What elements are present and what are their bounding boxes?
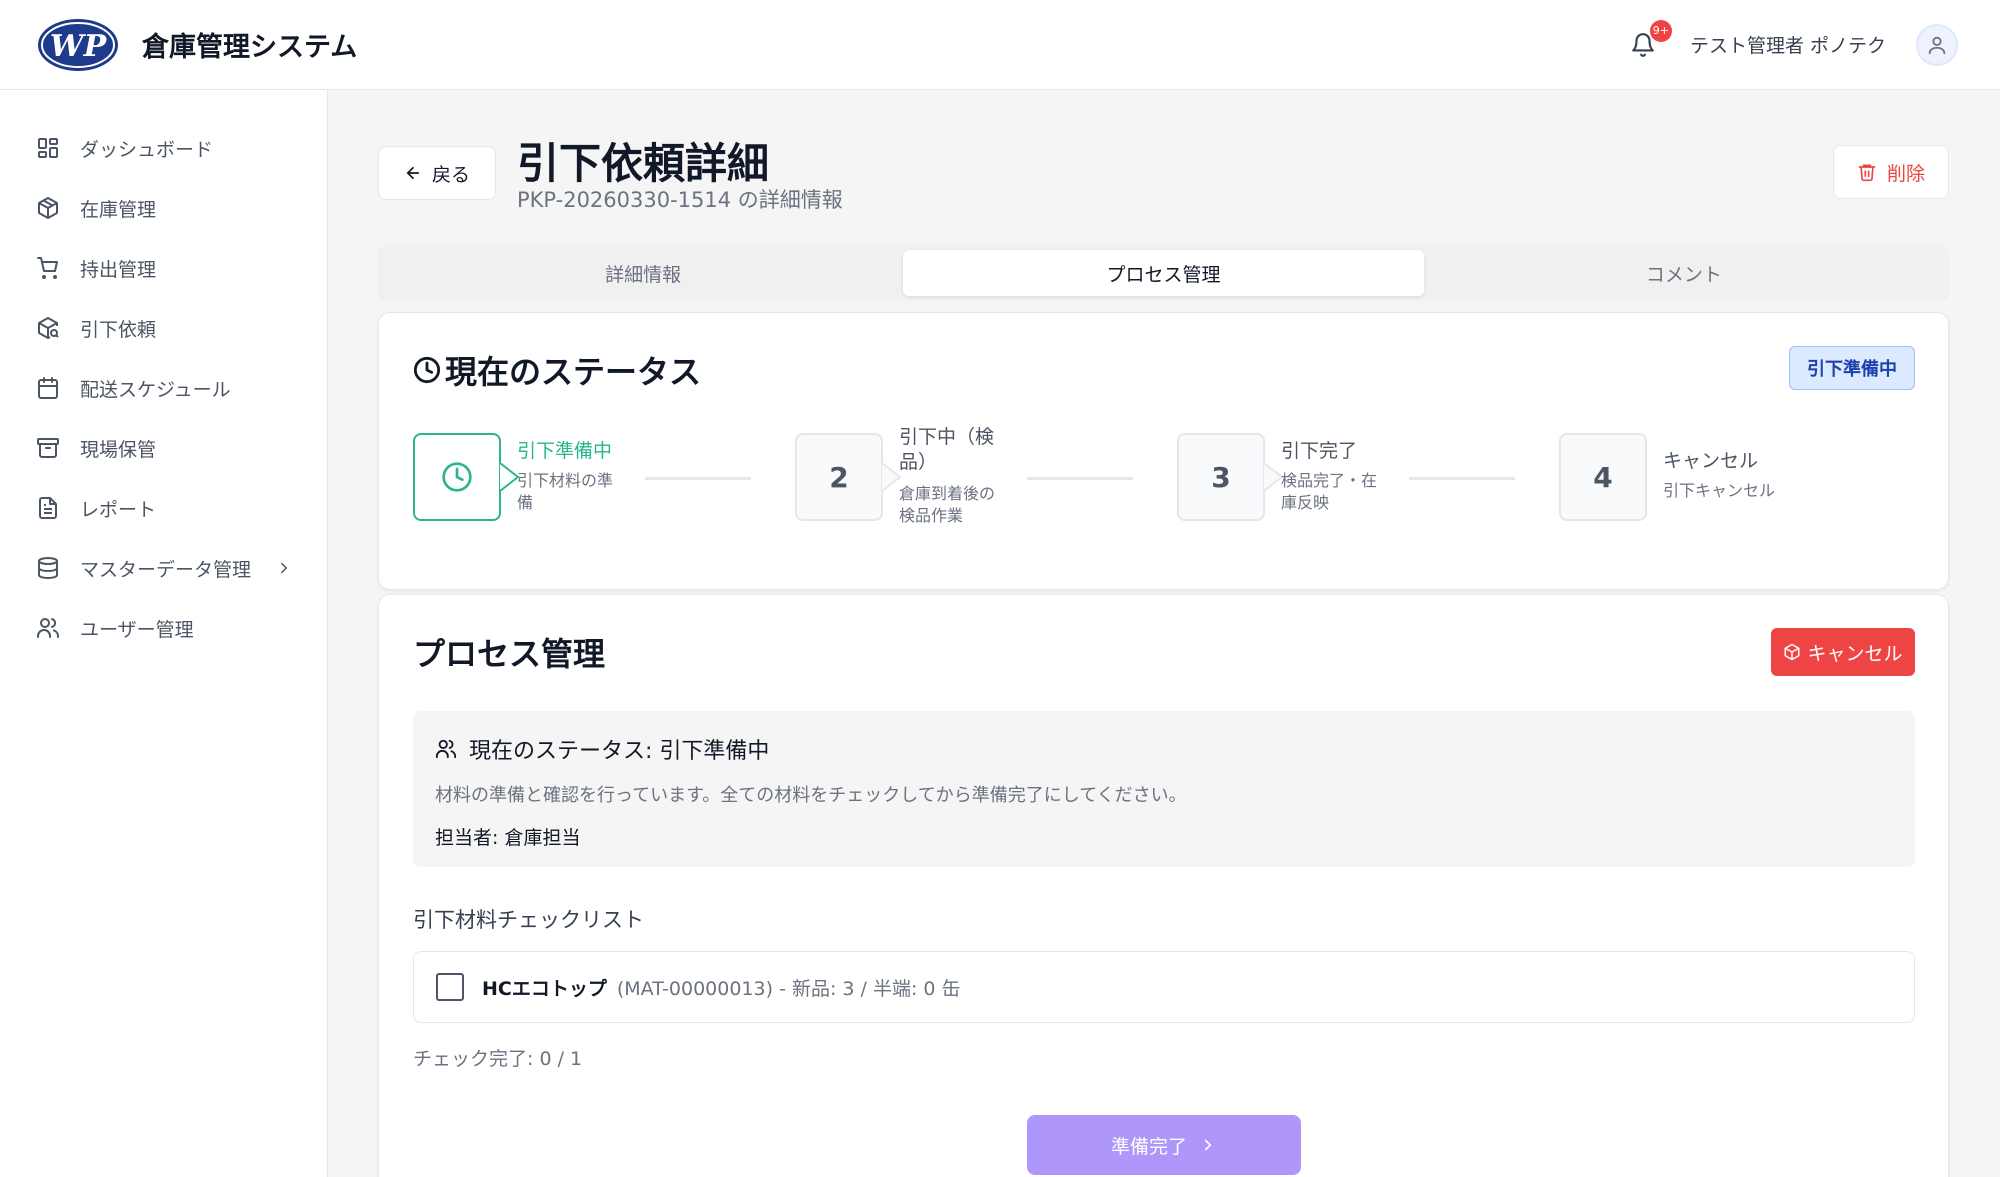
sidebar-item-label: マスターデータ管理 — [80, 558, 252, 581]
step-connector — [645, 477, 751, 480]
package-icon — [34, 194, 62, 222]
clock-icon — [442, 462, 472, 492]
material-detail: (MAT-00000013) - 新品: 3 / 半端: 0 缶 — [616, 977, 961, 1000]
sidebar-item-report[interactable]: レポート — [0, 478, 327, 538]
step-3-title: 引下完了 — [1281, 440, 1358, 462]
step-2-box: 2 — [795, 433, 883, 521]
step-2-desc: 倉庫到着後の検品作業 — [899, 484, 996, 526]
material-name: HCエコトップ — [482, 977, 607, 1000]
page-subtitle: PKP-20260330-1514 の詳細情報 — [517, 188, 843, 212]
step-3-box: 3 — [1177, 433, 1265, 521]
main-content: 戻る 引下依頼詳細 PKP-20260330-1514 の詳細情報 削除 詳細情… — [328, 90, 2000, 1177]
back-button-label: 戻る — [431, 163, 470, 186]
sidebar-item-label: ダッシュボード — [80, 138, 214, 161]
process-card: プロセス管理 キャンセル 現在のステータス: 引下準備中 材料の準備と確認を行っ… — [378, 594, 1949, 1177]
cancel-button[interactable]: キャンセル — [1771, 628, 1915, 676]
notification-button[interactable]: 9+ — [1626, 19, 1672, 62]
sidebar-item-delivery-schedule[interactable]: 配送スケジュール — [0, 358, 327, 418]
sidebar: ダッシュボード 在庫管理 持出管理 引下依頼 配送スケジュール 現場保管 レポー… — [0, 90, 328, 1177]
step-1-title: 引下準備中 — [517, 440, 613, 462]
checklist-item[interactable]: HCエコトップ (MAT-00000013) - 新品: 3 / 半端: 0 缶 — [413, 951, 1915, 1023]
delete-button-label: 削除 — [1886, 162, 1925, 185]
sidebar-item-label: レポート — [80, 498, 157, 521]
cancel-button-label: キャンセル — [1807, 642, 1903, 665]
step-4-box: 4 — [1559, 433, 1647, 521]
info-description: 材料の準備と確認を行っています。全ての材料をチェックしてから準備完了にしてくださ… — [435, 785, 1187, 806]
sidebar-item-pickup-request[interactable]: 引下依頼 — [0, 298, 327, 358]
step-3-desc: 検品完了・在庫反映 — [1281, 471, 1378, 513]
delete-button[interactable]: 削除 — [1833, 145, 1949, 199]
user-icon — [1928, 36, 1946, 54]
checklist-label: 引下材料チェックリスト — [413, 908, 644, 932]
status-badge: 引下準備中 — [1789, 346, 1915, 390]
svg-text:WP: WP — [50, 29, 108, 64]
material-checkbox[interactable] — [436, 973, 464, 1001]
preparation-complete-label: 準備完了 — [1110, 1135, 1187, 1158]
page-title: 引下依頼詳細 — [517, 139, 770, 188]
sidebar-item-site-storage[interactable]: 現場保管 — [0, 418, 327, 478]
step-connector — [1409, 477, 1515, 480]
sidebar-item-label: ユーザー管理 — [80, 618, 194, 641]
package-search-icon — [34, 314, 62, 342]
dashboard-icon — [34, 134, 62, 162]
sidebar-item-dashboard[interactable]: ダッシュボード — [0, 118, 327, 178]
calendar-icon — [34, 374, 62, 402]
users-icon — [435, 739, 457, 759]
sidebar-item-label: 持出管理 — [80, 258, 157, 281]
sidebar-item-label: 現場保管 — [80, 438, 157, 461]
status-info-box: 現在のステータス: 引下準備中 材料の準備と確認を行っています。全ての材料をチェ… — [413, 711, 1915, 867]
chevron-right-icon — [275, 559, 293, 577]
sidebar-item-label: 引下依頼 — [80, 318, 157, 341]
sidebar-item-label: 配送スケジュール — [80, 378, 231, 401]
sidebar-item-master-data[interactable]: マスターデータ管理 — [0, 538, 327, 598]
sidebar-item-checkout[interactable]: 持出管理 — [0, 238, 327, 298]
check-progress: チェック完了: 0 / 1 — [413, 1048, 583, 1070]
info-title: 現在のステータス: 引下準備中 — [435, 733, 769, 765]
tab-bar: 詳細情報 プロセス管理 コメント — [378, 245, 1949, 301]
step-2-title: 引下中（検品） — [899, 426, 995, 473]
step-1-box — [413, 433, 501, 521]
package-x-icon — [1784, 643, 1800, 661]
status-card-title-text: 現在のステータス — [445, 353, 702, 391]
step-4-desc: 引下キャンセル — [1663, 481, 1776, 500]
notification-badge: 9+ — [1649, 19, 1672, 42]
arrow-left-icon — [406, 166, 420, 180]
assignee: 担当者: 倉庫担当 — [435, 827, 581, 849]
step-1-desc: 引下材料の準備 — [517, 471, 614, 513]
status-card: 現在のステータス 引下準備中 引下準備中 引下材料の準備 2 引下中（検品） 倉… — [378, 312, 1949, 590]
chevron-right-icon — [1204, 1139, 1212, 1151]
archive-icon — [34, 434, 62, 462]
user-name: テスト管理者 ポノテク — [1689, 35, 1886, 57]
sidebar-item-inventory[interactable]: 在庫管理 — [0, 178, 327, 238]
sidebar-item-user-management[interactable]: ユーザー管理 — [0, 598, 327, 658]
database-icon — [34, 554, 62, 582]
file-text-icon — [34, 494, 62, 522]
tab-details[interactable]: 詳細情報 — [383, 250, 903, 296]
process-card-title: プロセス管理 — [413, 635, 606, 673]
info-title-text: 現在のステータス: 引下準備中 — [469, 739, 770, 764]
preparation-complete-button[interactable]: 準備完了 — [1027, 1115, 1301, 1175]
avatar[interactable] — [1916, 23, 1958, 66]
tab-comments[interactable]: コメント — [1424, 250, 1944, 296]
back-button[interactable]: 戻る — [378, 146, 496, 200]
clock-icon — [413, 356, 441, 384]
sidebar-item-label: 在庫管理 — [80, 198, 157, 221]
step-connector — [1027, 477, 1133, 480]
cart-icon — [34, 254, 62, 282]
step-4-title: キャンセル — [1663, 450, 1759, 472]
tab-process-management[interactable]: プロセス管理 — [903, 250, 1424, 296]
app-title: 倉庫管理システム — [142, 32, 358, 63]
trash-icon — [1858, 164, 1876, 182]
users-icon — [34, 614, 62, 642]
logo[interactable]: WP — [36, 16, 120, 74]
app-header: WP 倉庫管理システム 9+ テスト管理者 ポノテク — [0, 0, 2000, 90]
status-card-title: 現在のステータス — [413, 347, 701, 393]
